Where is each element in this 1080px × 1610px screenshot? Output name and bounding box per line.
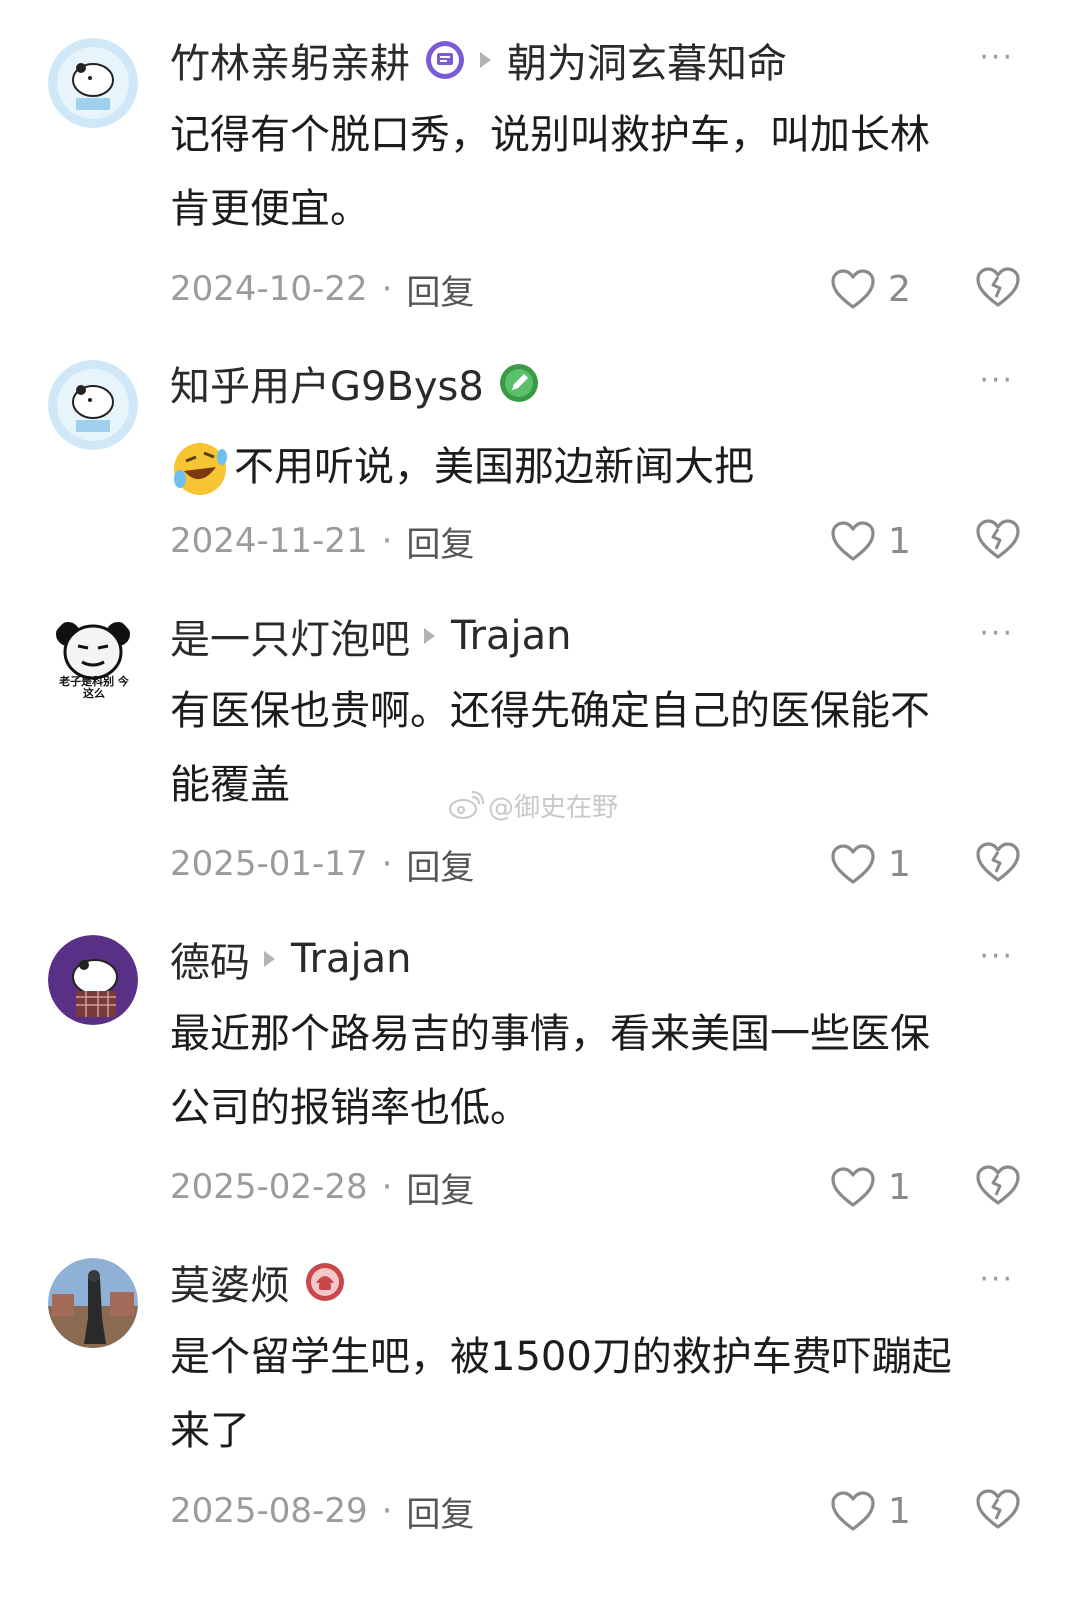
like-count: 1	[888, 1490, 911, 1532]
comment-date: 2025-08-29	[170, 1491, 368, 1531]
comment-text-line: 记得有个脱口秀，说别叫救护车，叫加长林	[170, 112, 930, 158]
username[interactable]: 是一只灯泡吧	[170, 607, 410, 665]
avatar[interactable]	[48, 935, 138, 1025]
separator-dot: ·	[381, 1167, 393, 1207]
comment-text-line: 最近那个路易吉的事情，看来美国一些医保	[170, 1011, 930, 1057]
more-options-button[interactable]: ···	[979, 616, 1014, 651]
dislike-button[interactable]	[975, 518, 1021, 564]
like-count: 1	[888, 843, 911, 885]
broken-heart-icon	[976, 1489, 1020, 1529]
like-count: 1	[888, 520, 911, 562]
broken-heart-icon	[976, 267, 1020, 307]
separator-dot: ·	[381, 521, 393, 561]
comment-text-line: 是个留学生吧，被1500刀的救护车费吓蹦起	[170, 1334, 952, 1380]
like-button[interactable]: 1	[830, 839, 911, 889]
broken-heart-icon	[976, 842, 1020, 882]
reply-button[interactable]: 回复	[406, 1487, 474, 1536]
watermark-text: @御史在野	[488, 793, 619, 823]
reply-to-user[interactable]: 朝为洞玄暮知命	[507, 31, 787, 89]
comment-text: 是个留学生吧，被1500刀的救护车费吓蹦起 来了	[170, 1320, 1010, 1468]
comment-text-line: 肯更便宜。	[170, 186, 370, 232]
avatar-caption: 老子是科别 今这么	[59, 675, 129, 700]
comment-header: 知乎用户G9Bys8	[170, 355, 540, 411]
avatar[interactable]: 老子是科别 今这么	[48, 612, 138, 702]
username[interactable]: 莫婆烦	[170, 1253, 290, 1311]
comment-text: 记得有个脱口秀，说别叫救护车，叫加长林 肯更便宜。	[170, 98, 1010, 246]
comment-text: 最近那个路易吉的事情，看来美国一些医保 公司的报销率也低。	[170, 997, 1010, 1145]
comment-meta: 2024-10-22 · 回复	[170, 265, 474, 314]
heart-icon	[831, 844, 875, 884]
username[interactable]: 竹林亲躬亲耕	[170, 31, 410, 89]
more-options-button[interactable]: ···	[979, 1262, 1014, 1297]
comment-text-line: 公司的报销率也低。	[170, 1085, 530, 1131]
red-helmet-badge-icon	[304, 1261, 346, 1303]
heart-icon	[831, 1167, 875, 1207]
comment-header: 竹林亲躬亲耕 朝为洞玄暮知命	[170, 32, 787, 88]
comment-text-line: 有医保也贵啊。还得先确定自己的医保能不	[170, 688, 930, 734]
separator-dot: ·	[381, 1491, 393, 1531]
comment-header: 是一只灯泡吧 Trajan	[170, 608, 572, 664]
comment-text-line: 不用听说，美国那边新闻大把	[234, 444, 754, 490]
green-pen-badge-icon	[498, 362, 540, 404]
like-button[interactable]: 2	[830, 264, 911, 314]
broken-heart-icon	[976, 519, 1020, 559]
reply-arrow-icon	[264, 951, 275, 967]
comment-text-line: 来了	[170, 1408, 250, 1454]
like-count: 2	[888, 268, 911, 310]
reply-button[interactable]: 回复	[406, 840, 474, 889]
reply-to-user[interactable]: Trajan	[451, 613, 572, 659]
comment-meta: 2024-11-21 · 回复	[170, 517, 474, 566]
dislike-button[interactable]	[975, 1488, 1021, 1534]
watermark: @御史在野	[448, 787, 618, 824]
comment-date: 2025-01-17	[170, 844, 368, 884]
reply-arrow-icon	[480, 52, 491, 68]
avatar[interactable]	[48, 1258, 138, 1348]
heart-icon	[831, 269, 875, 309]
separator-dot: ·	[381, 844, 393, 884]
like-button[interactable]: 1	[830, 516, 911, 566]
reply-button[interactable]: 回复	[406, 517, 474, 566]
dislike-button[interactable]	[975, 266, 1021, 312]
comment-text: 不用听说，美国那边新闻大把	[170, 430, 1010, 504]
avatar[interactable]	[48, 360, 138, 450]
comment-date: 2024-11-21	[170, 521, 368, 561]
dislike-button[interactable]	[975, 841, 1021, 887]
comment-date: 2024-10-22	[170, 269, 368, 309]
heart-icon	[831, 521, 875, 561]
like-count: 1	[888, 1166, 911, 1208]
broken-heart-icon	[976, 1165, 1020, 1205]
purple-chat-badge-icon	[424, 39, 466, 81]
reply-button[interactable]: 回复	[406, 265, 474, 314]
more-options-button[interactable]: ···	[979, 40, 1014, 75]
avatar[interactable]	[48, 38, 138, 128]
comment-date: 2025-02-28	[170, 1167, 368, 1207]
reply-arrow-icon	[424, 628, 435, 644]
reply-to-user[interactable]: Trajan	[291, 936, 412, 982]
username[interactable]: 知乎用户G9Bys8	[170, 354, 484, 412]
comment-header: 德码 Trajan	[170, 931, 412, 987]
comment-header: 莫婆烦	[170, 1254, 346, 1310]
separator-dot: ·	[381, 269, 393, 309]
dislike-button[interactable]	[975, 1164, 1021, 1210]
like-button[interactable]: 1	[830, 1486, 911, 1536]
reply-button[interactable]: 回复	[406, 1163, 474, 1212]
heart-icon	[831, 1491, 875, 1531]
username[interactable]: 德码	[170, 930, 250, 988]
comment-meta: 2025-02-28 · 回复	[170, 1163, 474, 1212]
rofl-emoji-icon	[170, 437, 230, 497]
more-options-button[interactable]: ···	[979, 939, 1014, 974]
comment-meta: 2025-01-17 · 回复	[170, 840, 474, 889]
weibo-logo-icon	[448, 790, 484, 821]
like-button[interactable]: 1	[830, 1162, 911, 1212]
more-options-button[interactable]: ···	[979, 363, 1014, 398]
comment-meta: 2025-08-29 · 回复	[170, 1487, 474, 1536]
